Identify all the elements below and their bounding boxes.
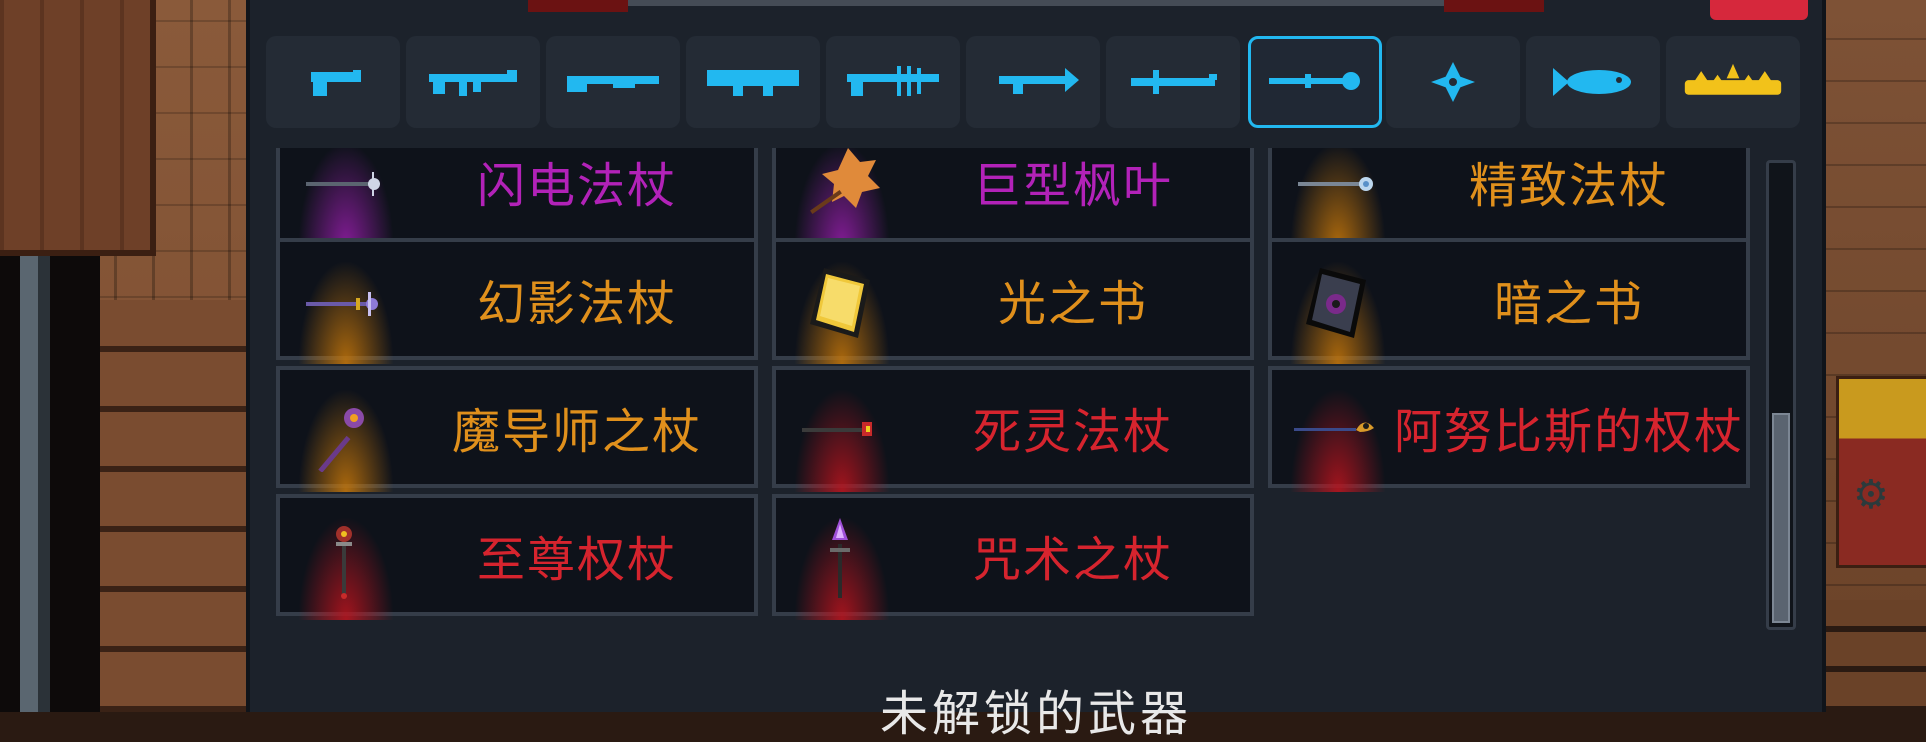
- sword-icon: [1131, 70, 1217, 94]
- tab-pistol[interactable]: [266, 36, 400, 128]
- metal-railing: [20, 256, 100, 712]
- weapon-card[interactable]: 精致法杖: [1268, 148, 1750, 246]
- supreme-scepter-icon: [302, 516, 386, 600]
- locked-weapons-heading: 未解锁的武器: [879, 686, 1192, 742]
- shotgun-icon: [567, 76, 659, 92]
- top-bar-right-cap: [1444, 0, 1544, 12]
- tab-shuriken[interactable]: [1386, 36, 1520, 128]
- tab-assault-rifle[interactable]: [406, 36, 540, 128]
- weapon-card[interactable]: 咒术之杖: [772, 494, 1254, 620]
- phantom-staff-icon: [302, 260, 386, 344]
- tab-launcher[interactable]: [686, 36, 820, 128]
- weapon-card[interactable]: 闪电法杖: [276, 148, 758, 246]
- weapon-name: 巨型枫叶: [972, 158, 1173, 214]
- weapon-name: 幻影法杖: [476, 276, 677, 332]
- weapon-card[interactable]: 暗之书: [1268, 238, 1750, 364]
- weapon-name: 暗之书: [1493, 276, 1644, 332]
- weapon-name: 精致法杖: [1468, 158, 1669, 214]
- shuriken-icon: [1431, 62, 1475, 102]
- wooden-door: [0, 0, 156, 256]
- weapon-name: 咒术之杖: [972, 532, 1173, 588]
- wooden-stairs: [100, 300, 246, 712]
- weapon-name: 光之书: [997, 276, 1148, 332]
- book-of-light-icon: [798, 260, 882, 344]
- staff-icon: [1269, 72, 1360, 90]
- weapon-name: 至尊权杖: [476, 532, 677, 588]
- crown-icon: [1684, 63, 1782, 95]
- weapon-card[interactable]: 阿努比斯的权杖: [1268, 366, 1750, 492]
- book-of-dark-icon: [1294, 260, 1378, 344]
- launcher-icon: [707, 70, 799, 96]
- close-button[interactable]: [1710, 0, 1808, 20]
- lightning-staff-icon: [302, 148, 386, 226]
- weapon-name: 闪电法杖: [476, 158, 677, 214]
- weapon-list-scrollbar[interactable]: [1766, 160, 1796, 630]
- tab-staff[interactable]: [1248, 36, 1382, 128]
- tab-fish[interactable]: [1526, 36, 1660, 128]
- tab-shotgun[interactable]: [546, 36, 680, 128]
- bow-icon: [999, 68, 1079, 94]
- weapon-list: 闪电法杖 巨型枫叶 精致法杖 幻影法杖 光之书 暗之书 魔导师之杖 死灵法杖 阿…: [276, 148, 1756, 628]
- exquisite-staff-icon: [1294, 148, 1378, 226]
- weapon-name: 阿努比斯的权杖: [1394, 404, 1745, 460]
- weapon-card[interactable]: 光之书: [772, 238, 1254, 364]
- special-gun-icon: [847, 66, 939, 96]
- maple-leaf-icon: [798, 148, 882, 226]
- anubis-scepter-icon: [1294, 388, 1378, 472]
- weapon-card[interactable]: 至尊权杖: [276, 494, 758, 620]
- weapon-card[interactable]: 死灵法杖: [772, 366, 1254, 492]
- tab-special-crown[interactable]: [1666, 36, 1800, 128]
- background-right-scenery: ⚙: [1826, 0, 1926, 712]
- weapon-name: 死灵法杖: [972, 404, 1173, 460]
- wall-banner: ⚙: [1836, 376, 1926, 568]
- top-bar-divider: [628, 0, 1444, 6]
- tab-special-gun[interactable]: [826, 36, 960, 128]
- top-bar-left-cap: [528, 0, 628, 12]
- weapon-collection-panel: 闪电法杖 巨型枫叶 精致法杖 幻影法杖 光之书 暗之书 魔导师之杖 死灵法杖 阿…: [246, 0, 1826, 738]
- banner-emblem-icon: ⚙: [1853, 472, 1889, 518]
- weapon-card[interactable]: 巨型枫叶: [772, 148, 1254, 246]
- weapon-category-tabs: [266, 36, 1811, 170]
- panel-top-bar: [250, 0, 1822, 20]
- fish-icon: [1553, 68, 1631, 96]
- pistol-icon: [311, 70, 361, 96]
- tab-sword[interactable]: [1106, 36, 1240, 128]
- assault-rifle-icon: [429, 70, 517, 96]
- mage-staff-icon: [302, 388, 386, 472]
- weapon-card[interactable]: 幻影法杖: [276, 238, 758, 364]
- weapon-name: 魔导师之杖: [451, 404, 702, 460]
- weapon-card[interactable]: 魔导师之杖: [276, 366, 758, 492]
- necro-staff-icon: [798, 388, 882, 472]
- scrollbar-thumb[interactable]: [1772, 413, 1790, 623]
- background-left-scenery: [0, 0, 246, 712]
- curse-staff-icon: [798, 516, 882, 600]
- wooden-fence: [1826, 600, 1926, 712]
- tab-bow[interactable]: [966, 36, 1100, 128]
